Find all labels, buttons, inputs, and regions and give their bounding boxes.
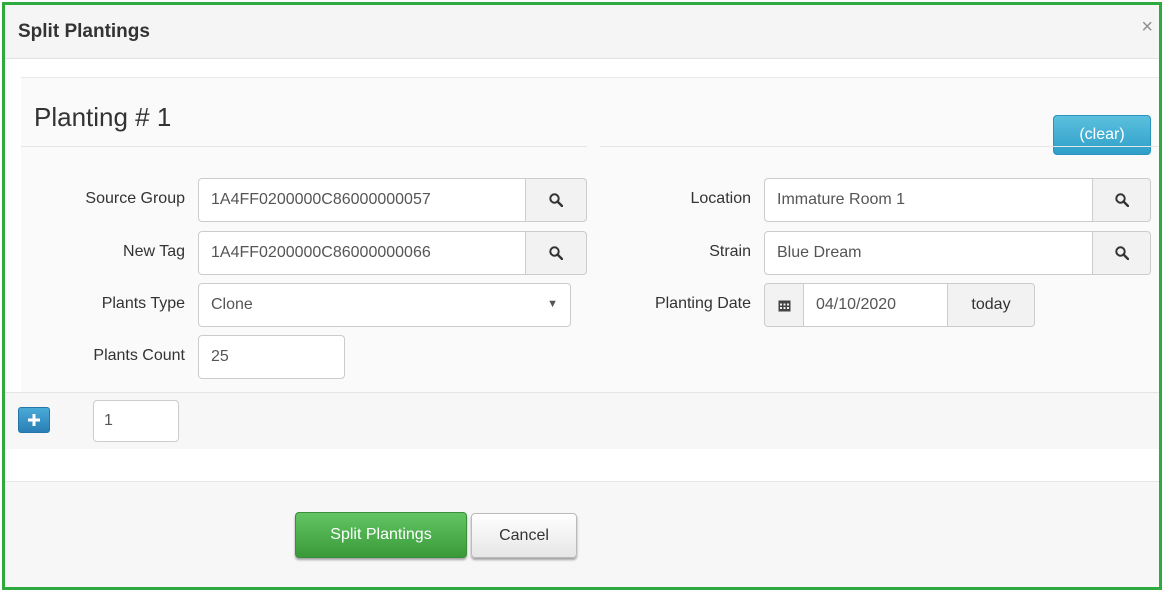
- planting-date-label: Planting Date: [654, 295, 751, 312]
- source-group-input[interactable]: 1A4FF0200000C86000000057: [198, 178, 526, 222]
- location-input[interactable]: Immature Room 1: [764, 178, 1093, 222]
- dialog-title: Split Plantings: [18, 21, 150, 42]
- dialog-body: Planting # 1 (clear) Source Group 1A4FF0…: [5, 59, 1159, 587]
- planting-heading: Planting # 1: [34, 102, 172, 132]
- strain-search-button[interactable]: [1092, 231, 1151, 275]
- search-icon: [549, 193, 563, 207]
- close-icon[interactable]: ×: [1141, 17, 1153, 37]
- plants-count-input[interactable]: 25: [198, 335, 345, 379]
- add-planting-button[interactable]: [18, 407, 50, 433]
- new-tag-input[interactable]: 1A4FF0200000C86000000066: [198, 231, 526, 275]
- cancel-button[interactable]: Cancel: [471, 513, 577, 558]
- location-label: Location: [690, 190, 752, 207]
- strain-input[interactable]: Blue Dream: [764, 231, 1093, 275]
- planting-count-input[interactable]: 1: [93, 400, 179, 442]
- calendar-icon: [778, 300, 790, 311]
- new-tag-search-button[interactable]: [525, 231, 587, 275]
- search-icon: [1114, 193, 1129, 207]
- divider: [600, 146, 1159, 147]
- calendar-button[interactable]: [764, 283, 804, 327]
- source-group-label: Source Group: [85, 190, 185, 207]
- dialog-header: Split Plantings ×: [5, 5, 1159, 59]
- planting-date-input[interactable]: 04/10/2020: [803, 283, 948, 327]
- clear-button[interactable]: (clear): [1053, 115, 1151, 155]
- today-button[interactable]: today: [947, 283, 1035, 327]
- plants-count-label: Plants Count: [93, 347, 185, 364]
- plants-type-label: Plants Type: [101, 295, 185, 312]
- split-plantings-button[interactable]: Split Plantings: [295, 512, 467, 558]
- plus-icon: [28, 414, 40, 426]
- search-icon: [549, 246, 563, 260]
- divider: [21, 146, 587, 147]
- plants-type-select[interactable]: Clone ▼: [198, 283, 571, 327]
- dialog-footer: Split Plantings Cancel: [5, 481, 1159, 587]
- plants-type-value: Clone: [211, 296, 253, 313]
- strain-label: Strain: [709, 243, 751, 260]
- source-group-search-button[interactable]: [525, 178, 587, 222]
- new-tag-label: New Tag: [123, 243, 185, 260]
- caret-down-icon: ▼: [547, 298, 558, 310]
- search-icon: [1114, 246, 1129, 260]
- split-plantings-dialog: Split Plantings × Planting # 1 (clear) S…: [2, 2, 1162, 590]
- location-search-button[interactable]: [1092, 178, 1151, 222]
